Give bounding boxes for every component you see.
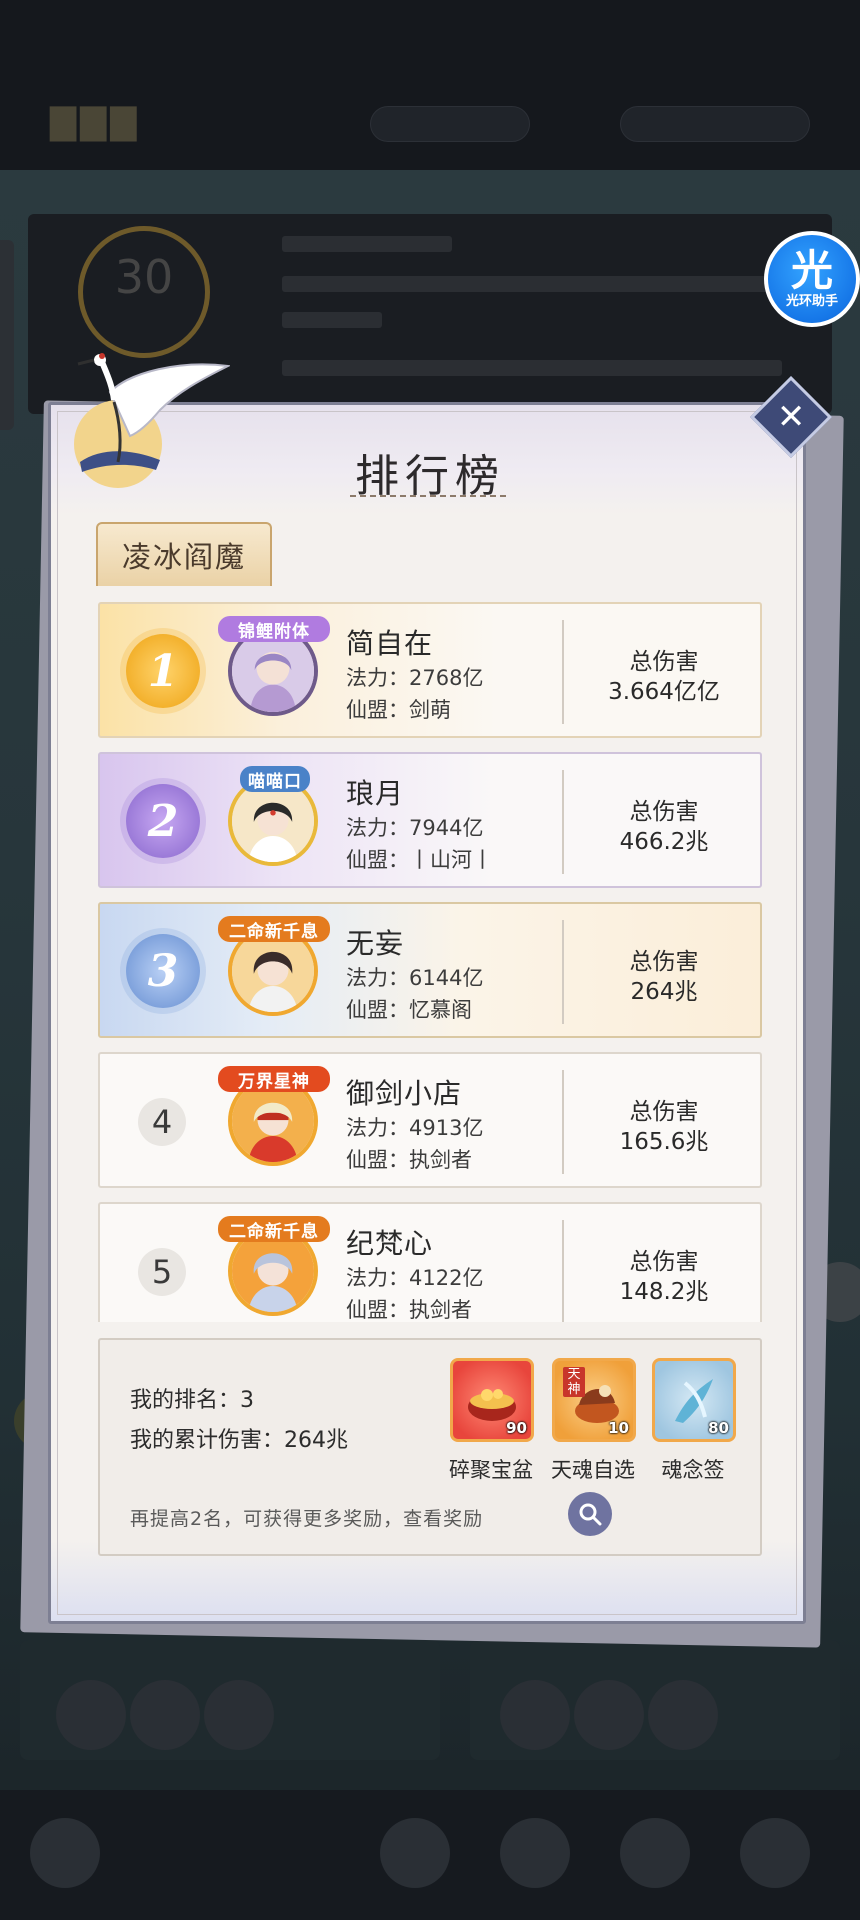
damage-value: 466.2兆 [619,829,709,855]
helper-logo-glyph: 光 [790,246,833,295]
reward-tag: 天神 [563,1367,585,1397]
ranking-row[interactable]: 2 喵喵口 琅月 法力：7944亿 仙盟：丨山河丨 总伤害 466.2兆 [98,752,762,888]
damage-label: 总伤害 [629,1099,699,1125]
bg-icon [648,1680,718,1750]
damage-label: 总伤害 [629,649,699,675]
my-rank-text: 我的排名：3 [130,1388,254,1413]
damage-label: 总伤害 [629,949,699,975]
bg-currency-pill [370,106,530,142]
bg-back-icon [30,1818,100,1888]
bg-nav-icon [500,1818,570,1888]
soul-select-icon: 天神 10 [552,1358,636,1442]
bg-icon [56,1680,126,1750]
view-rewards-button[interactable] [568,1492,612,1536]
damage-value: 264兆 [630,979,698,1005]
damage-value: 148.2兆 [619,1279,709,1305]
ranking-list[interactable]: 1 锦鲤附体 简自在 法力：2768亿 仙盟：剑萌 总伤害 3.664亿亿 2 … [98,602,762,1322]
damage-label: 总伤害 [629,799,699,825]
ranking-row[interactable]: 1 锦鲤附体 简自在 法力：2768亿 仙盟：剑萌 总伤害 3.664亿亿 [98,602,762,738]
reward-count: 10 [608,1419,629,1437]
damage-value: 165.6兆 [619,1129,709,1155]
player-guild: 仙盟：忆慕阁 [346,998,472,1022]
title-underline [350,495,510,497]
bg-top-bar [0,0,860,180]
title-badge: 喵喵口 [240,766,310,792]
player-name: 御剑小店 [346,1077,463,1110]
treasure-bowl-icon: 90 [450,1358,534,1442]
title-badge: 二命新千息 [218,1216,330,1242]
reward-hint: 再提高2名，可获得更多奖励，查看奖励 [130,1508,484,1530]
player-power: 法力：4913亿 [346,1116,484,1140]
player-guild: 仙盟：执剑者 [346,1298,472,1322]
player-power: 法力：6144亿 [346,966,484,990]
rank-medal-silver: 2 [126,784,200,858]
ranking-row[interactable]: 3 二命新千息 无妄 法力：6144亿 仙盟：忆慕阁 总伤害 264兆 [98,902,762,1038]
close-icon: ✕ [776,397,806,437]
bg-nav-icon [380,1818,450,1888]
search-icon [579,1503,602,1526]
bg-side-tab [0,240,14,430]
my-damage-text: 我的累计伤害：264兆 [130,1428,348,1453]
reward-count: 80 [708,1419,729,1437]
reward-name: 魂念签 [661,1458,725,1482]
bg-text-line [282,276,772,292]
player-name: 琅月 [346,777,405,810]
title-badge: 二命新千息 [218,916,330,942]
helper-assistant-button[interactable]: 光 光环助手 [764,231,860,327]
ranking-row[interactable]: 5 二命新千息 纪梵心 法力：4122亿 仙盟：执剑者 总伤害 148.2兆 [98,1202,762,1322]
player-power: 法力：7944亿 [346,816,484,840]
bg-nav-icon [740,1818,810,1888]
rank-number: 4 [138,1098,186,1146]
player-power: 法力：2768亿 [346,666,484,690]
soul-tag-icon: 80 [652,1358,736,1442]
damage-value: 3.664亿亿 [608,679,720,705]
bg-nav-icon [620,1818,690,1888]
reward-name: 天魂自选 [551,1458,635,1482]
bg-icon [130,1680,200,1750]
player-name: 纪梵心 [346,1227,434,1260]
rank-medal-gold: 1 [126,634,200,708]
tab-boss[interactable]: 凌冰阎魔 [96,522,272,586]
player-name: 简自在 [346,627,434,660]
ranking-row[interactable]: 4 万界星神 御剑小店 法力：4913亿 仙盟：执剑者 总伤害 165.6兆 [98,1052,762,1188]
reward-count: 90 [506,1419,527,1437]
damage-label: 总伤害 [629,1249,699,1275]
bg-level-number: 30 [114,250,174,304]
title-badge: 锦鲤附体 [218,616,330,642]
bg-text-line [282,312,382,328]
player-guild: 仙盟：丨山河丨 [346,848,493,872]
bg-icon [204,1680,274,1750]
player-power: 法力：4122亿 [346,1266,484,1290]
bg-text-line [282,236,452,252]
rank-number: 5 [138,1248,186,1296]
bg-currency-pill [620,106,810,142]
rank-medal-bronze: 3 [126,934,200,1008]
my-rank-panel: 我的排名：3 我的累计伤害：264兆 90 碎聚宝盆 天神 10 天魂自选 80… [98,1338,762,1556]
bg-header-title: ▇▇▇ [50,102,141,142]
bg-icon [574,1680,644,1750]
title-badge: 万界星神 [218,1066,330,1092]
player-guild: 仙盟：剑萌 [346,698,451,722]
helper-label: 光环助手 [785,294,838,309]
reward-name: 碎聚宝盆 [449,1458,533,1482]
player-guild: 仙盟：执剑者 [346,1148,472,1172]
bg-text-line [282,360,782,376]
player-name: 无妄 [346,927,405,960]
bg-icon [500,1680,570,1750]
